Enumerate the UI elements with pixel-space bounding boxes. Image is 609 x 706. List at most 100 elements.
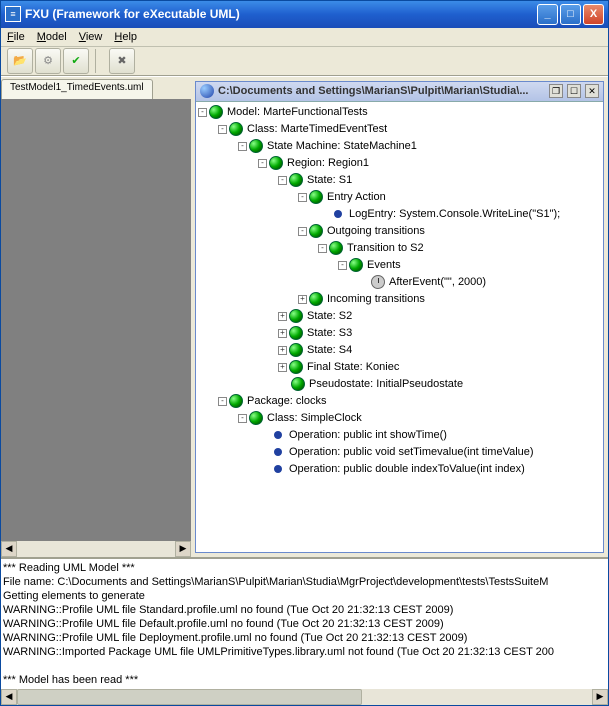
tree-toggle[interactable]: - bbox=[318, 244, 327, 253]
inner-title-bar[interactable]: C:\Documents and Settings\MarianS\Pulpit… bbox=[196, 82, 603, 102]
tree-toggle[interactable]: + bbox=[278, 329, 287, 338]
scroll-left-button[interactable]: ◀ bbox=[1, 541, 17, 557]
tree-toggle[interactable]: + bbox=[278, 346, 287, 355]
scroll-thumb[interactable] bbox=[17, 689, 362, 705]
tree-node[interactable]: + State: S3 bbox=[198, 325, 601, 342]
tree-node[interactable]: -Model: MarteFunctionalTests bbox=[198, 104, 601, 121]
settings-button[interactable]: ⚙ bbox=[35, 48, 61, 74]
app-icon: ≡ bbox=[5, 6, 21, 22]
menu-help[interactable]: Help bbox=[114, 31, 137, 43]
message-output[interactable]: *** Reading UML Model ***File name: C:\D… bbox=[1, 559, 608, 689]
tree-node[interactable]: Operation: public double indexToValue(in… bbox=[198, 461, 601, 478]
app-window: ≡ FXU (Framework for eXecutable UML) _ □… bbox=[0, 0, 609, 706]
scroll-right-button[interactable]: ▶ bbox=[175, 541, 191, 557]
tree-node[interactable]: Pseudostate: InitialPseudostate bbox=[198, 376, 601, 393]
tree-label: State: S3 bbox=[305, 327, 352, 339]
tree-node[interactable]: LogEntry: System.Console.WriteLine("S1")… bbox=[198, 206, 601, 223]
tree-node[interactable]: + Incoming transitions bbox=[198, 291, 601, 308]
tree-label: State: S4 bbox=[305, 344, 352, 356]
tree-node[interactable]: - State Machine: StateMachine1 bbox=[198, 138, 601, 155]
tab-strip: TestModel1_TimedEvents.uml bbox=[1, 77, 191, 99]
clock-icon bbox=[371, 275, 385, 289]
tree-toggle[interactable]: - bbox=[258, 159, 267, 168]
tree-node[interactable]: - Region: Region1 bbox=[198, 155, 601, 172]
inner-close-button[interactable]: ✕ bbox=[585, 84, 599, 98]
dot-icon bbox=[274, 465, 282, 473]
tree-toggle[interactable]: - bbox=[218, 125, 227, 134]
bottom-scrollbar[interactable]: ◀ ▶ bbox=[1, 689, 608, 705]
inner-window-title: C:\Documents and Settings\MarianS\Pulpit… bbox=[218, 85, 545, 97]
left-scrollbar[interactable]: ◀ ▶ bbox=[1, 541, 191, 557]
tree-label: State Machine: StateMachine1 bbox=[265, 140, 417, 152]
cancel-button[interactable]: ✖ bbox=[109, 48, 135, 74]
sphere-icon bbox=[269, 156, 283, 170]
tree-node[interactable]: AfterEvent("", 2000) bbox=[198, 274, 601, 291]
tree-view[interactable]: -Model: MarteFunctionalTests-Class: Mart… bbox=[196, 102, 603, 552]
sphere-icon bbox=[249, 139, 263, 153]
tree-label: Outgoing transitions bbox=[325, 225, 425, 237]
scroll-track[interactable] bbox=[17, 541, 175, 557]
tree-label: LogEntry: System.Console.WriteLine("S1")… bbox=[347, 208, 560, 220]
tree-node[interactable]: + Final State: Koniec bbox=[198, 359, 601, 376]
tree-node[interactable]: -Entry Action bbox=[198, 189, 601, 206]
tree-node[interactable]: - Outgoing transitions bbox=[198, 223, 601, 240]
tree-label: Pseudostate: InitialPseudostate bbox=[307, 378, 463, 390]
tree-node[interactable]: -Class: SimpleClock bbox=[198, 410, 601, 427]
tab-testmodel[interactable]: TestModel1_TimedEvents.uml bbox=[1, 79, 153, 99]
validate-button[interactable]: ✔ bbox=[63, 48, 89, 74]
tree-toggle[interactable]: - bbox=[238, 414, 247, 423]
dot-icon bbox=[274, 431, 282, 439]
message-line: *** Reading UML Model *** bbox=[3, 561, 606, 575]
title-bar[interactable]: ≡ FXU (Framework for eXecutable UML) _ □… bbox=[1, 1, 608, 28]
toolbar: 📂 ⚙ ✔ ✖ bbox=[1, 47, 608, 76]
tree-node[interactable]: -Class: MarteTimedEventTest bbox=[198, 121, 601, 138]
tree-node[interactable]: -Transition to S2 bbox=[198, 240, 601, 257]
message-line: WARNING::Profile UML file Deployment.pro… bbox=[3, 631, 606, 645]
tree-label: Package: clocks bbox=[245, 395, 326, 407]
tree-node[interactable]: - Package: clocks bbox=[198, 393, 601, 410]
tree-node[interactable]: Operation: public void setTimevalue(int … bbox=[198, 444, 601, 461]
tree-label: Final State: Koniec bbox=[305, 361, 399, 373]
toolbar-separator bbox=[95, 49, 103, 73]
cancel-icon: ✖ bbox=[117, 54, 126, 67]
open-button[interactable]: 📂 bbox=[7, 48, 33, 74]
minimize-button[interactable]: _ bbox=[537, 4, 558, 25]
menu-file[interactable]: File bbox=[7, 31, 25, 43]
tree-toggle[interactable]: - bbox=[238, 142, 247, 151]
scroll-left-button[interactable]: ◀ bbox=[1, 689, 17, 705]
check-icon: ✔ bbox=[71, 54, 80, 67]
tree-node[interactable]: - State: S1 bbox=[198, 172, 601, 189]
maximize-button[interactable]: □ bbox=[560, 4, 581, 25]
tree-label: Incoming transitions bbox=[325, 293, 425, 305]
sphere-icon bbox=[309, 224, 323, 238]
inner-restore-button[interactable]: ❐ bbox=[549, 84, 563, 98]
tree-toggle[interactable]: + bbox=[298, 295, 307, 304]
tree-node[interactable]: Operation: public int showTime() bbox=[198, 427, 601, 444]
tree-toggle[interactable]: - bbox=[198, 108, 207, 117]
tree-toggle[interactable]: + bbox=[278, 312, 287, 321]
menu-model[interactable]: Model bbox=[37, 31, 67, 43]
tree-toggle[interactable]: - bbox=[278, 176, 287, 185]
tree-label: Region: Region1 bbox=[285, 157, 369, 169]
close-button[interactable]: X bbox=[583, 4, 604, 25]
sphere-icon bbox=[229, 394, 243, 408]
tree-toggle[interactable]: - bbox=[338, 261, 347, 270]
inner-maximize-button[interactable]: ☐ bbox=[567, 84, 581, 98]
tree-toggle[interactable]: - bbox=[218, 397, 227, 406]
scroll-right-button[interactable]: ▶ bbox=[592, 689, 608, 705]
tree-node[interactable]: + State: S4 bbox=[198, 342, 601, 359]
window-title: FXU (Framework for eXecutable UML) bbox=[25, 7, 537, 21]
tree-toggle[interactable]: - bbox=[298, 193, 307, 202]
scroll-track[interactable] bbox=[17, 689, 592, 705]
tree-toggle[interactable]: + bbox=[278, 363, 287, 372]
tree-label: Operation: public int showTime() bbox=[287, 429, 447, 441]
message-line: WARNING::Profile UML file Default.profil… bbox=[3, 617, 606, 631]
tree-node[interactable]: +State: S2 bbox=[198, 308, 601, 325]
menu-view[interactable]: View bbox=[79, 31, 103, 43]
folder-icon: 📂 bbox=[13, 54, 27, 67]
tree-label: State: S1 bbox=[305, 174, 352, 186]
tree-toggle[interactable]: - bbox=[298, 227, 307, 236]
sphere-icon bbox=[209, 105, 223, 119]
tree-label: Events bbox=[365, 259, 401, 271]
tree-node[interactable]: - Events bbox=[198, 257, 601, 274]
